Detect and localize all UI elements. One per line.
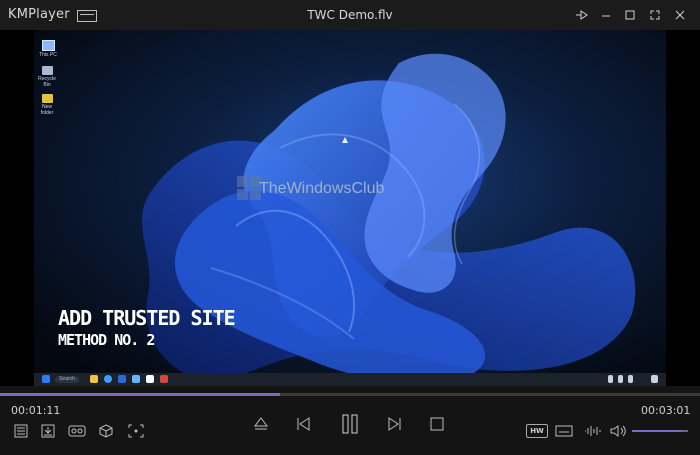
seek-bar[interactable]	[0, 393, 700, 396]
maximize-button[interactable]	[620, 6, 640, 24]
volume-level	[632, 430, 683, 432]
eject-icon	[254, 417, 268, 430]
cube-icon	[99, 424, 113, 438]
total-time: 00:03:01	[641, 404, 691, 417]
app-logo: KMPlayer	[8, 7, 70, 22]
mute-button[interactable]	[608, 422, 628, 440]
file-explorer-icon[interactable]	[90, 375, 98, 383]
tray-icon	[618, 375, 623, 383]
video-overlay-subtitle: METHOD NO. 2	[58, 331, 155, 349]
pause-icon	[342, 414, 358, 434]
desktop-icon-label: New folder	[40, 104, 54, 116]
watermark-text: TheWindowsClub	[259, 180, 385, 197]
folder-icon	[41, 94, 53, 103]
download-icon	[41, 424, 55, 438]
screen-capture-icon	[128, 424, 144, 438]
video-area[interactable]: This PC Recycle Bin New folder TheWindow…	[0, 30, 700, 386]
current-time: 00:01:11	[11, 404, 61, 417]
audio-wave-icon	[585, 426, 601, 436]
3d-button[interactable]	[97, 422, 115, 440]
tray-icon	[608, 375, 613, 383]
previous-button[interactable]	[293, 414, 313, 434]
desktop-icon-new-folder[interactable]: New folder	[37, 94, 57, 116]
taskbar-search[interactable]: Search	[55, 376, 79, 383]
stop-icon	[430, 417, 444, 431]
subtitles-button[interactable]	[554, 422, 574, 440]
pin-button[interactable]	[572, 6, 592, 24]
tray-icon	[628, 375, 633, 383]
start-icon[interactable]	[42, 375, 50, 383]
edge-icon[interactable]	[118, 375, 126, 383]
mini-mode-button[interactable]	[77, 10, 97, 22]
desktop-icon-label: Recycle Bin	[38, 76, 56, 88]
next-button[interactable]	[385, 414, 405, 434]
notification-icon	[651, 375, 658, 383]
windows-taskbar: Search	[34, 373, 666, 386]
chrome-icon[interactable]	[104, 375, 112, 383]
media-player-window: KMPlayer TWC Demo.flv This PC Recycle Bi…	[0, 0, 700, 455]
next-track-icon	[388, 417, 401, 431]
fullscreen-icon	[650, 10, 660, 20]
trash-icon	[41, 66, 53, 75]
volume-slider[interactable]	[632, 430, 688, 432]
open-file-button[interactable]	[39, 422, 57, 440]
maximize-icon	[625, 10, 635, 20]
store-icon[interactable]	[146, 375, 154, 383]
speaker-icon	[610, 425, 626, 437]
seek-bar-progress	[0, 393, 280, 396]
pin-icon	[576, 10, 588, 20]
computer-icon	[41, 40, 55, 51]
close-icon	[675, 10, 685, 20]
equalizer-button[interactable]	[582, 422, 604, 440]
eject-button[interactable]	[252, 414, 270, 434]
stop-button[interactable]	[428, 414, 446, 434]
minimize-icon	[602, 15, 610, 17]
previous-track-icon	[297, 417, 310, 431]
mail-icon[interactable]	[132, 375, 140, 383]
desktop-icon-label: This PC	[39, 52, 57, 58]
hardware-acceleration-button[interactable]: HW	[526, 424, 548, 438]
capture-button[interactable]	[126, 422, 146, 440]
media-icon[interactable]	[160, 375, 168, 383]
video-overlay-title: ADD TRUSTED SITE	[58, 306, 236, 330]
desktop-icon-this-pc[interactable]: This PC	[38, 40, 58, 58]
close-button[interactable]	[670, 6, 690, 24]
mouse-cursor	[342, 137, 348, 143]
desktop-icon-recycle-bin[interactable]: Recycle Bin	[37, 66, 57, 88]
vr-button[interactable]	[66, 422, 88, 440]
pause-button[interactable]	[338, 412, 362, 436]
playlist-icon	[14, 424, 28, 438]
minimize-button[interactable]	[596, 6, 616, 24]
video-frame[interactable]: This PC Recycle Bin New folder TheWindow…	[34, 30, 666, 386]
playlist-button[interactable]	[12, 422, 30, 440]
vr-headset-icon	[68, 425, 86, 437]
title-bar: KMPlayer TWC Demo.flv	[0, 0, 700, 30]
window-title: TWC Demo.flv	[307, 8, 393, 22]
fullscreen-button[interactable]	[645, 6, 665, 24]
subtitles-icon	[555, 425, 573, 437]
